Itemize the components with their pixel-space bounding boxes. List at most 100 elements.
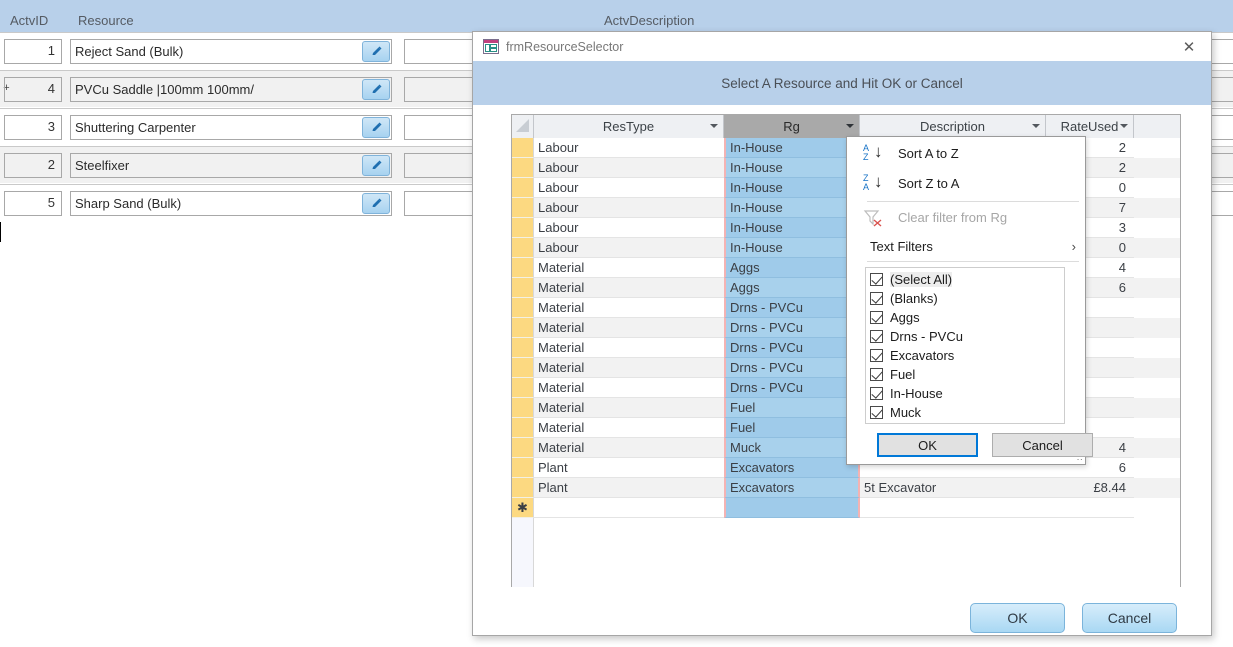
row-selector[interactable] — [512, 298, 534, 318]
cell-restype[interactable]: Labour — [534, 158, 724, 178]
cell-restype[interactable]: Material — [534, 258, 724, 278]
column-header-restype[interactable]: ResType — [534, 115, 724, 138]
cell-restype[interactable]: Material — [534, 418, 724, 438]
resize-grip-icon[interactable]: ‥ — [1076, 452, 1083, 463]
cell-restype[interactable]: Plant — [534, 478, 724, 498]
row-selector[interactable] — [512, 178, 534, 198]
cell-rg[interactable]: Muck — [724, 438, 860, 458]
new-record-cell-restype[interactable] — [534, 498, 724, 518]
row-selector[interactable] — [512, 438, 534, 458]
background-actvid-cell[interactable]: 3 — [4, 115, 62, 140]
background-resource-cell[interactable]: PVCu Saddle |100mm 100mm/ — [70, 77, 392, 102]
filter-ok-button[interactable]: OK — [877, 433, 978, 457]
checkbox-icon[interactable] — [870, 330, 883, 343]
select-all-corner-button[interactable] — [512, 115, 534, 138]
row-selector[interactable] — [512, 338, 534, 358]
cell-restype[interactable]: Plant — [534, 458, 724, 478]
cell-rateused[interactable]: £8.44 — [1046, 478, 1134, 498]
filter-list-item[interactable]: (Select All) — [870, 270, 1064, 289]
close-icon[interactable]: ✕ — [1173, 36, 1205, 58]
checkbox-icon[interactable] — [870, 406, 883, 419]
new-record-cell-rg[interactable] — [724, 498, 860, 518]
menu-item-text-filters[interactable]: Text Filters › — [848, 233, 1086, 260]
cell-restype[interactable]: Material — [534, 398, 724, 418]
checkbox-icon[interactable] — [870, 368, 883, 381]
cell-rg[interactable]: Fuel — [724, 418, 860, 438]
cell-restype[interactable]: Labour — [534, 178, 724, 198]
filter-list-item[interactable]: Excavators — [870, 346, 1064, 365]
cell-rg[interactable]: In-House — [724, 218, 860, 238]
cell-rg[interactable]: Drns - PVCu — [724, 318, 860, 338]
background-resource-cell[interactable]: Steelfixer — [70, 153, 392, 178]
row-selector[interactable] — [512, 478, 534, 498]
row-selector[interactable] — [512, 278, 534, 298]
cell-rg[interactable]: In-House — [724, 238, 860, 258]
cell-rg[interactable]: Excavators — [724, 478, 860, 498]
row-selector[interactable] — [512, 238, 534, 258]
checkbox-icon[interactable] — [870, 311, 883, 324]
filter-list-item[interactable]: Fuel — [870, 365, 1064, 384]
background-resource-cell[interactable]: Shuttering Carpenter — [70, 115, 392, 140]
cell-restype[interactable]: Labour — [534, 138, 724, 158]
column-filter-arrow-icon[interactable] — [710, 124, 718, 128]
background-actvid-cell[interactable]: 4 — [4, 77, 62, 102]
row-selector[interactable] — [512, 218, 534, 238]
checkbox-icon[interactable] — [870, 292, 883, 305]
cell-rg[interactable]: Drns - PVCu — [724, 378, 860, 398]
cell-restype[interactable]: Labour — [534, 218, 724, 238]
cell-rg[interactable]: Drns - PVCu — [724, 358, 860, 378]
row-selector[interactable] — [512, 358, 534, 378]
dialog-cancel-button[interactable]: Cancel — [1082, 603, 1177, 633]
datasheet-row[interactable]: Plant Excavators 5t Excavator £8.44 — [512, 478, 1180, 498]
filter-list-item[interactable]: Aggs — [870, 308, 1064, 327]
cell-rg[interactable]: Fuel — [724, 398, 860, 418]
row-selector[interactable] — [512, 398, 534, 418]
cell-rg[interactable]: Aggs — [724, 258, 860, 278]
menu-item-sort-z-to-a[interactable]: Z A ↓ Sort Z to A — [848, 170, 1086, 197]
background-actvid-cell[interactable]: 1 — [4, 39, 62, 64]
cell-restype[interactable]: Material — [534, 278, 724, 298]
new-record-marker-icon[interactable]: ✱ — [512, 498, 534, 518]
background-resource-cell[interactable]: Sharp Sand (Bulk) — [70, 191, 392, 216]
cell-restype[interactable]: Labour — [534, 238, 724, 258]
filter-list-item[interactable]: Drns - PVCu — [870, 327, 1064, 346]
filter-list-item[interactable]: Muck — [870, 403, 1064, 422]
new-record-cell-description[interactable] — [860, 498, 1046, 518]
row-selector[interactable] — [512, 138, 534, 158]
menu-item-sort-a-to-z[interactable]: A Z ↓ Sort A to Z — [848, 140, 1086, 167]
filter-list-item[interactable]: In-House — [870, 384, 1064, 403]
column-filter-arrow-icon[interactable] — [1032, 124, 1040, 128]
column-header-description[interactable]: Description — [860, 115, 1046, 138]
filter-list-item[interactable]: (Blanks) — [870, 289, 1064, 308]
checkbox-icon[interactable] — [870, 349, 883, 362]
column-filter-arrow-icon[interactable] — [1120, 124, 1128, 128]
column-filter-arrow-icon[interactable] — [846, 124, 854, 128]
cell-rg[interactable]: In-House — [724, 178, 860, 198]
row-selector[interactable] — [512, 198, 534, 218]
cell-restype[interactable]: Material — [534, 358, 724, 378]
row-selector[interactable] — [512, 158, 534, 178]
cell-rg[interactable]: Aggs — [724, 278, 860, 298]
checkbox-icon[interactable] — [870, 273, 883, 286]
checkbox-icon[interactable] — [870, 387, 883, 400]
row-selector[interactable] — [512, 258, 534, 278]
pencil-icon[interactable] — [362, 41, 390, 62]
pencil-icon[interactable] — [362, 117, 390, 138]
cell-rg[interactable]: In-House — [724, 158, 860, 178]
row-selector[interactable] — [512, 418, 534, 438]
filter-value-list[interactable]: (Select All) (Blanks) Aggs Drns - PVCu Excav… — [865, 267, 1065, 424]
column-header-rateused[interactable]: RateUsed — [1046, 115, 1134, 138]
cell-restype[interactable]: Material — [534, 318, 724, 338]
cell-restype[interactable]: Material — [534, 378, 724, 398]
cell-rg[interactable]: In-House — [724, 198, 860, 218]
cell-rg[interactable]: In-House — [724, 138, 860, 158]
cell-description[interactable]: 5t Excavator — [860, 478, 1046, 498]
datasheet-new-record-row[interactable]: ✱ — [512, 498, 1180, 518]
column-header-rg[interactable]: Rg — [724, 115, 860, 138]
cell-restype[interactable]: Material — [534, 438, 724, 458]
row-selector[interactable] — [512, 378, 534, 398]
cell-rg[interactable]: Drns - PVCu — [724, 298, 860, 318]
cell-rg[interactable]: Drns - PVCu — [724, 338, 860, 358]
cell-restype[interactable]: Material — [534, 298, 724, 318]
dialog-ok-button[interactable]: OK — [970, 603, 1065, 633]
